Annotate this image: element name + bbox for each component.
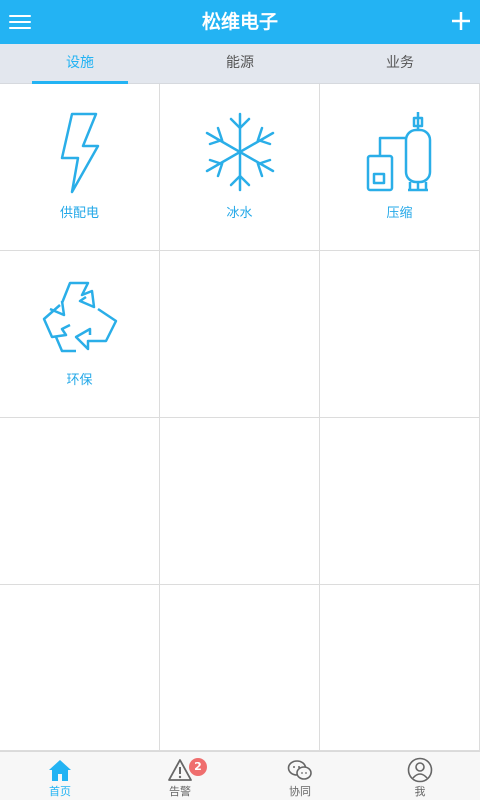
nav-alerts[interactable]: 2 告警 xyxy=(120,752,240,800)
grid-cell-empty xyxy=(320,251,480,418)
recycle-icon xyxy=(42,281,118,353)
grid-cell-empty xyxy=(160,251,320,418)
tab-label: 设施 xyxy=(66,55,94,71)
tab-label: 业务 xyxy=(386,55,414,71)
grid-item-power[interactable]: 供配电 xyxy=(0,84,160,251)
grid-item-environment[interactable]: 环保 xyxy=(0,251,160,418)
home-icon xyxy=(49,760,71,781)
grid-item-label: 供配电 xyxy=(59,206,99,221)
chat-icon xyxy=(287,760,312,780)
grid-cell-empty xyxy=(0,585,160,751)
compressor-icon xyxy=(366,112,432,192)
grid-item-chilled-water[interactable]: 冰水 xyxy=(160,84,320,251)
grid-item-label: 冰水 xyxy=(226,206,253,221)
snowflake-icon xyxy=(205,112,275,192)
tab-energy[interactable]: 能源 xyxy=(160,44,320,84)
nav-label: 首页 xyxy=(49,785,71,798)
tab-facilities[interactable]: 设施 xyxy=(0,44,160,84)
grid-cell-empty xyxy=(320,418,480,585)
bottom-nav: 首页 2 告警 协同 我 xyxy=(0,751,480,800)
page-title: 松维电子 xyxy=(201,11,278,33)
grid-cell-empty xyxy=(160,418,320,585)
nav-me[interactable]: 我 xyxy=(360,752,480,800)
alert-count-badge: 2 xyxy=(189,758,207,776)
tab-label: 能源 xyxy=(226,55,254,71)
header-bar: 松维电子 xyxy=(0,0,480,44)
facility-grid: 供配电 冰水 压缩 环保 xyxy=(0,84,480,751)
grid-cell-empty xyxy=(0,418,160,585)
nav-label: 告警 xyxy=(169,785,191,798)
nav-label: 协同 xyxy=(289,785,311,798)
grid-cell-empty xyxy=(320,585,480,751)
nav-label: 我 xyxy=(414,785,426,798)
grid-cell-empty xyxy=(160,585,320,751)
grid-item-label: 压缩 xyxy=(386,206,413,221)
app: 松维电子 设施 能源 业务 供配电 冰水 压缩 环保 首页 2 告警 协同 我 xyxy=(0,0,480,800)
tab-business[interactable]: 业务 xyxy=(320,44,480,84)
grid-item-label: 环保 xyxy=(66,373,93,388)
nav-collaborate[interactable]: 协同 xyxy=(240,752,360,800)
plus-icon[interactable] xyxy=(450,10,472,32)
tab-bar: 设施 能源 业务 xyxy=(0,44,480,84)
lightning-icon xyxy=(60,112,100,194)
user-icon xyxy=(407,757,433,783)
nav-home[interactable]: 首页 xyxy=(0,752,120,800)
grid-item-compressor[interactable]: 压缩 xyxy=(320,84,480,251)
